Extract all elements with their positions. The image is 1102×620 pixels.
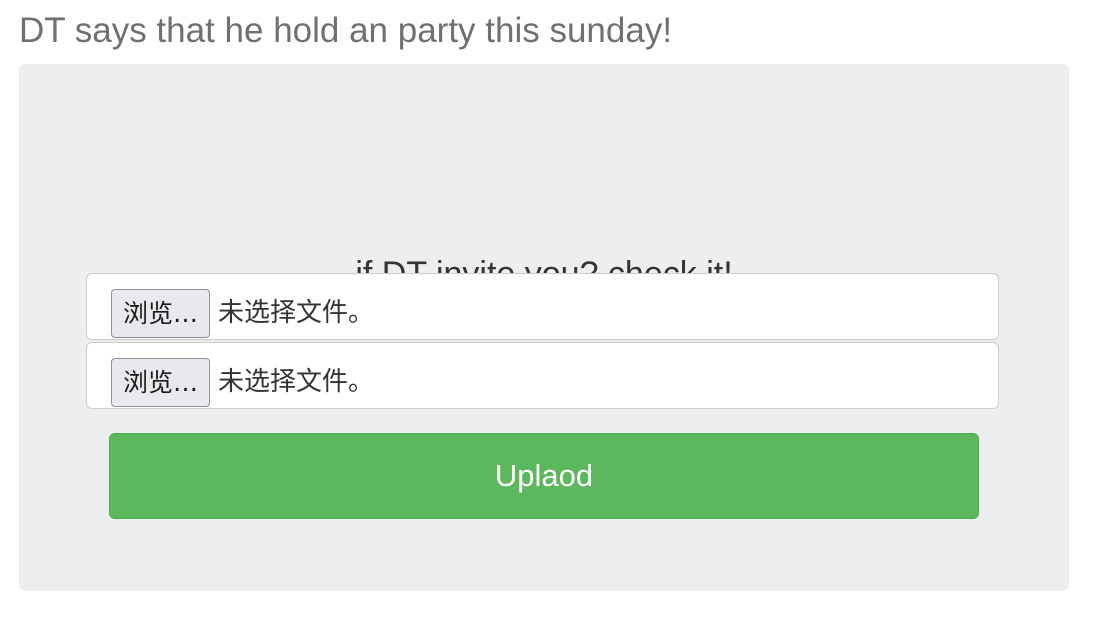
page: DT says that he hold an party this sunda…	[0, 0, 1102, 620]
page-headline: DT says that he hold an party this sunda…	[19, 11, 673, 50]
browse-button-1[interactable]: 浏览…	[111, 289, 210, 338]
file-status-1: 未选择文件。	[218, 298, 375, 328]
upload-panel: if DT invite you? check it! 浏览… 未选择文件。 浏…	[19, 64, 1069, 591]
file-input-1[interactable]: 浏览… 未选择文件。	[86, 273, 999, 340]
file-status-2: 未选择文件。	[218, 367, 375, 397]
upload-button[interactable]: Uplaod	[109, 433, 979, 519]
browse-button-2[interactable]: 浏览…	[111, 358, 210, 407]
file-input-2[interactable]: 浏览… 未选择文件。	[86, 342, 999, 409]
